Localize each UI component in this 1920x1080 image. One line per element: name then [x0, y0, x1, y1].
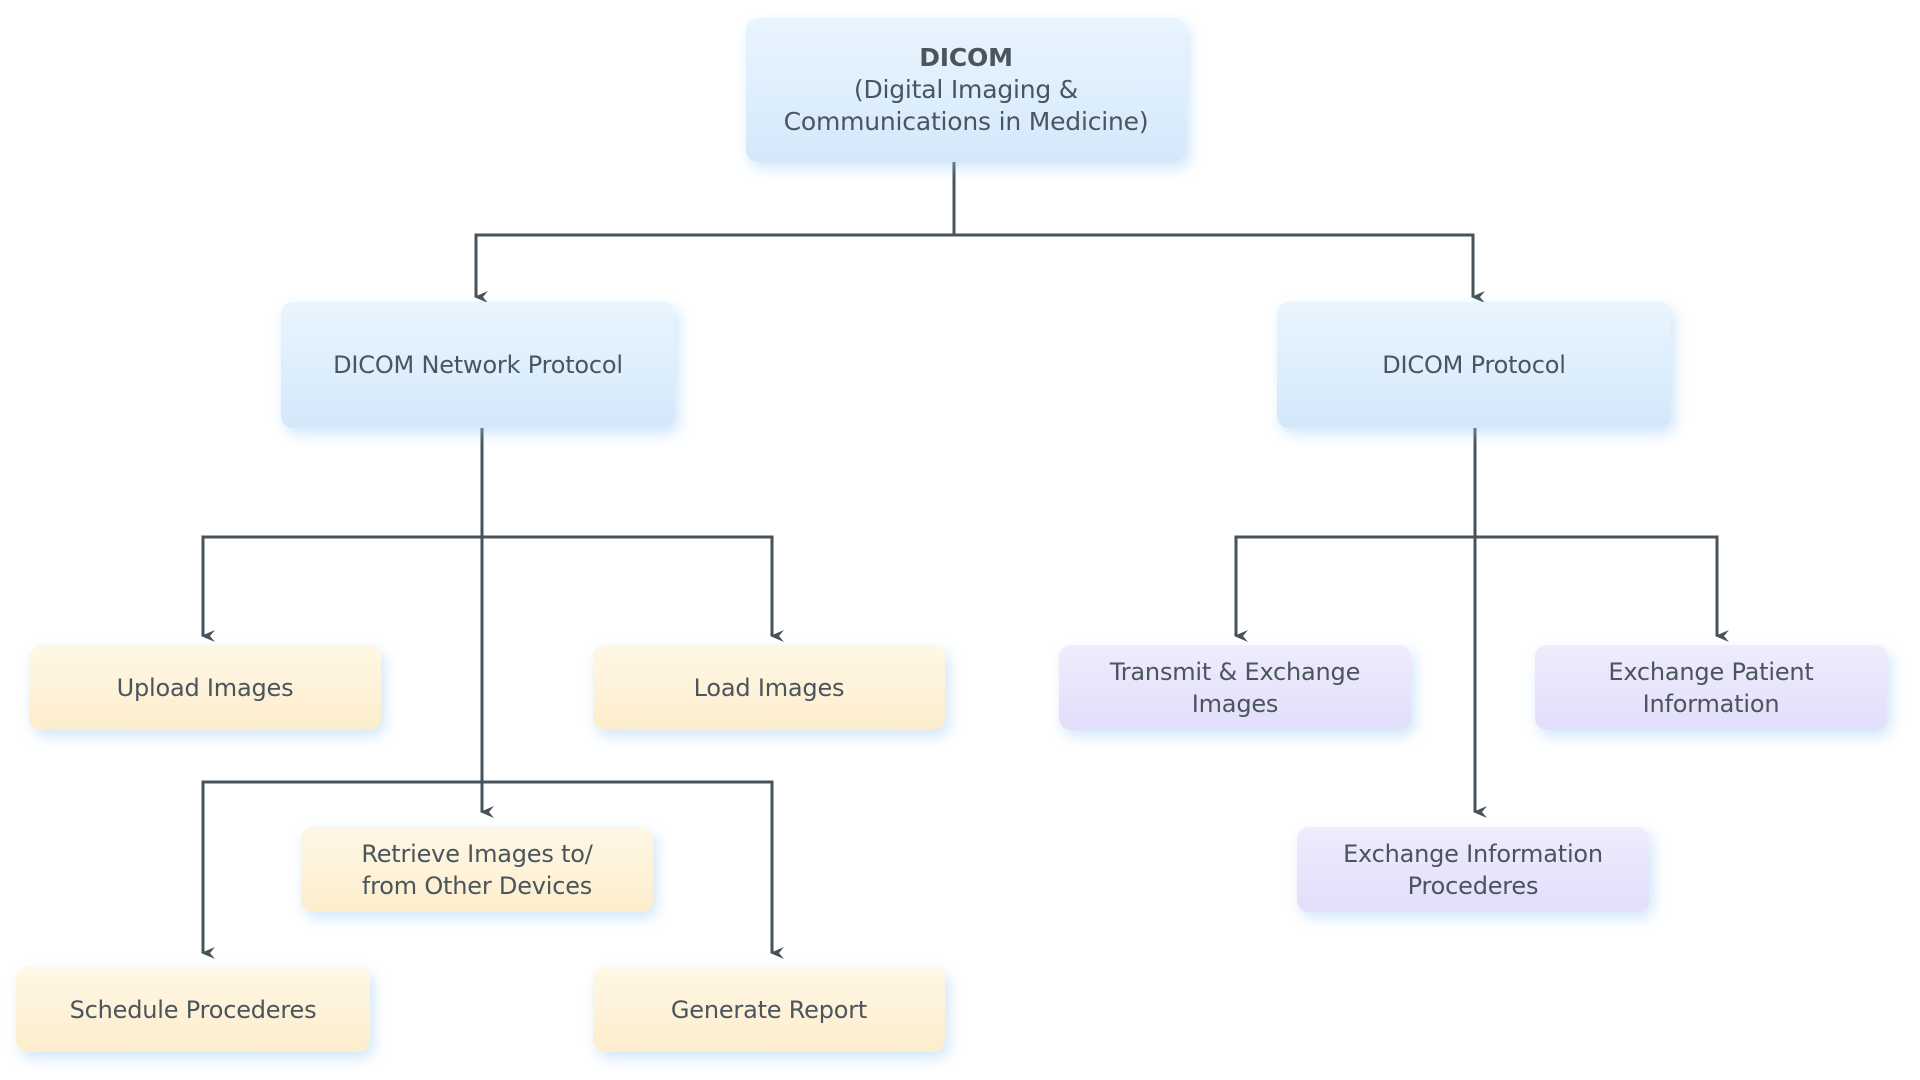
node-label-line1: Exchange Information — [1343, 839, 1603, 868]
node-label-line1: Exchange Patient — [1608, 657, 1814, 686]
node-label-line1: Retrieve Images to/ — [361, 839, 593, 868]
edge-protocol-to-patient — [1475, 535, 1729, 642]
node-label-line1: Transmit & Exchange — [1109, 657, 1361, 686]
node-label-line2: Information — [1642, 689, 1780, 718]
edge-network-to-upload — [201, 535, 482, 642]
node-exchange-information-procederes[interactable]: Exchange Information Procederes — [1297, 827, 1649, 912]
node-generate-report[interactable]: Generate Report — [593, 967, 945, 1052]
node-label: DICOM Protocol — [1382, 351, 1566, 379]
node-label-line2: from Other Devices — [361, 871, 593, 900]
node-label: Upload Images — [116, 673, 294, 702]
node-schedule-procederes[interactable]: Schedule Procederes — [16, 967, 370, 1052]
node-exchange-patient-information[interactable]: Exchange Patient Information — [1535, 645, 1887, 730]
node-label: Load Images — [693, 673, 845, 702]
edge-root-to-dicom-protocol — [954, 233, 1485, 303]
node-label-line2: Images — [1191, 689, 1279, 718]
node-dicom-protocol[interactable]: DICOM Protocol — [1277, 302, 1671, 428]
node-label: Generate Report — [670, 995, 868, 1024]
edge-network-to-load — [482, 535, 784, 642]
node-transmit-exchange-images[interactable]: Transmit & Exchange Images — [1059, 645, 1411, 730]
root-subtitle-line1: (Digital Imaging & — [853, 75, 1079, 104]
node-dicom-network-protocol[interactable]: DICOM Network Protocol — [281, 302, 675, 428]
root-title: DICOM — [919, 43, 1013, 72]
node-load-images[interactable]: Load Images — [593, 645, 945, 730]
node-label-line2: Procederes — [1407, 871, 1539, 900]
connector-lines — [201, 161, 1729, 959]
edge-root-to-network-protocol — [474, 233, 954, 303]
edge-protocol-to-transmit — [1234, 535, 1475, 642]
root-subtitle-line2: Communications in Medicine) — [783, 107, 1149, 136]
node-dicom-root[interactable]: DICOM (Digital Imaging & Communications … — [746, 18, 1186, 162]
node-retrieve-images[interactable]: Retrieve Images to/ from Other Devices — [301, 827, 653, 912]
node-label: DICOM Network Protocol — [333, 351, 623, 379]
node-upload-images[interactable]: Upload Images — [29, 645, 381, 730]
node-label: Schedule Procederes — [69, 995, 317, 1024]
